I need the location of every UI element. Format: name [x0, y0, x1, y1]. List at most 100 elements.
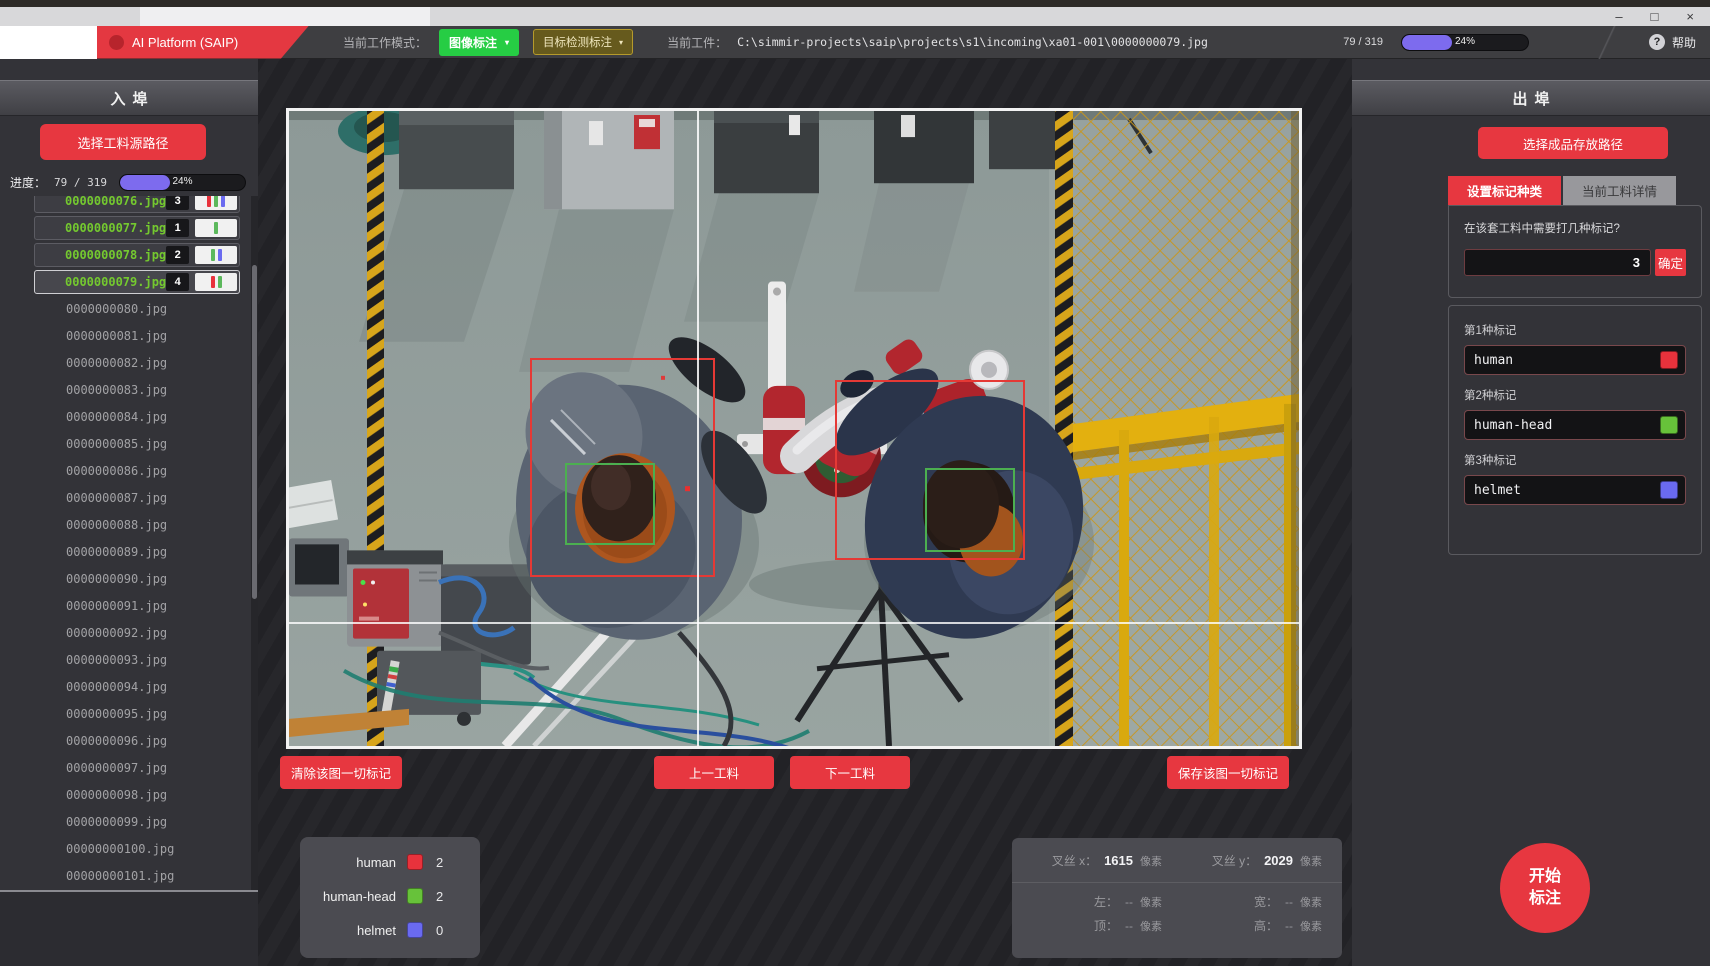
annotation-canvas[interactable] [286, 108, 1302, 749]
file-list-item[interactable]: 0000000076.jpg3 [0, 196, 251, 214]
legend-count: 0 [436, 923, 443, 938]
legend-label: helmet [300, 923, 396, 938]
file-list-item[interactable]: 0000000080.jpg [0, 295, 251, 322]
file-list-item[interactable]: 0000000098.jpg [0, 781, 251, 808]
file-list-item[interactable]: 0000000088.jpg [0, 511, 251, 538]
file-list-item[interactable]: 0000000084.jpg [0, 403, 251, 430]
clear-annotations-button[interactable]: 清除该图一切标记 [280, 756, 402, 789]
next-image-button[interactable]: 下一工料 [790, 756, 910, 789]
label-name-field[interactable]: helmet [1464, 475, 1686, 505]
class-color-chip [195, 219, 237, 237]
legend-count: 2 [436, 889, 443, 904]
chevron-down-icon: ▾ [619, 38, 623, 47]
file-list-item[interactable]: 00000000100.jpg [0, 835, 251, 862]
file-list-item[interactable]: 0000000086.jpg [0, 457, 251, 484]
label-definitions-groupbox: 第1种标记human第2种标记human-head第3种标记helmet [1448, 305, 1702, 555]
file-list-item[interactable]: 0000000087.jpg [0, 484, 251, 511]
file-list-item[interactable]: 0000000083.jpg [0, 376, 251, 403]
help-button[interactable]: ? 帮助 [1649, 34, 1696, 51]
label-name-field[interactable]: human [1464, 345, 1686, 375]
minimize-button[interactable]: – [1615, 10, 1622, 23]
box-left-readout: 左： -- 像素 [1032, 893, 1162, 910]
input-panel-title: 入埠 [0, 80, 258, 116]
file-list-item[interactable]: 0000000093.jpg [0, 646, 251, 673]
tab-current-item-details[interactable]: 当前工料详情 [1563, 176, 1676, 205]
file-name: 00000000101.jpg [0, 869, 174, 883]
legend-color-swatch [407, 854, 423, 870]
header-divider [1585, 26, 1631, 59]
file-list-item[interactable]: 0000000081.jpg [0, 322, 251, 349]
file-list-scrollbar[interactable] [251, 196, 258, 890]
work-mode-label: 当前工作模式： [343, 34, 427, 51]
start-annotation-button[interactable]: 开始标注 [1500, 843, 1590, 933]
legend-label: human [300, 855, 396, 870]
annotation-workspace: 清除该图一切标记 上一工料 下一工料 保存该图一切标记 human2human-… [258, 59, 1352, 966]
annotation-layer[interactable] [289, 111, 1299, 746]
class-color-chip [195, 246, 237, 264]
header-progress-bar: 24% [1401, 34, 1529, 51]
file-list-item[interactable]: 0000000095.jpg [0, 700, 251, 727]
legend-count: 2 [436, 855, 443, 870]
close-button[interactable]: × [1686, 10, 1694, 23]
label-field-title: 第3种标记 [1464, 452, 1686, 468]
file-list-item[interactable]: 0000000099.jpg [0, 808, 251, 835]
select-output-path-button[interactable]: 选择成品存放路径 [1478, 127, 1668, 159]
maximize-button[interactable]: □ [1651, 10, 1659, 23]
confirm-button[interactable]: 确定 [1655, 249, 1686, 276]
label-field-title: 第2种标记 [1464, 387, 1686, 403]
header-progress-count: 79 / 319 [1343, 36, 1383, 48]
input-panel: 入埠 选择工料源路径 进度： 79 / 319 24% 0000000076.j… [0, 59, 258, 966]
label-count-question: 在该套工料中需要打几种标记? [1464, 220, 1686, 236]
file-list-item[interactable]: 0000000092.jpg [0, 619, 251, 646]
annotation-count-badge: 3 [166, 196, 189, 210]
file-name: 0000000097.jpg [0, 761, 167, 775]
file-name: 0000000091.jpg [0, 599, 167, 613]
file-list-item[interactable]: 0000000079.jpg4 [0, 268, 251, 295]
file-list-item[interactable]: 0000000097.jpg [0, 754, 251, 781]
scrollbar-thumb[interactable] [252, 265, 257, 598]
file-list: 0000000076.jpg30000000077.jpg10000000078… [0, 196, 251, 890]
file-name: 0000000084.jpg [0, 410, 167, 424]
question-icon: ? [1649, 34, 1665, 50]
tab-set-label-types[interactable]: 设置标记种类 [1448, 176, 1561, 205]
output-tabs: 设置标记种类 当前工料详情 [1448, 176, 1700, 205]
label-color-swatch[interactable] [1660, 351, 1678, 369]
file-name: 0000000095.jpg [0, 707, 167, 721]
class-legend: human2human-head2helmet0 [300, 837, 480, 958]
bounding-box-human-head[interactable] [565, 463, 655, 545]
coordinates-panel: 叉丝 x： 1615 像素 叉丝 y： 2029 像素 左： -- 像素 宽： … [1012, 838, 1342, 958]
current-file-label: 当前工件： [667, 34, 727, 51]
bounding-box-human-head[interactable] [925, 468, 1015, 552]
file-name: 0000000092.jpg [0, 626, 167, 640]
previous-image-button[interactable]: 上一工料 [654, 756, 774, 789]
chevron-down-icon: ▾ [505, 38, 509, 47]
label-color-swatch[interactable] [1660, 481, 1678, 499]
file-name: 0000000099.jpg [0, 815, 167, 829]
sidebar-progress-bar: 24% [119, 174, 246, 191]
select-source-path-button[interactable]: 选择工料源路径 [40, 124, 206, 160]
file-list-item[interactable]: 0000000078.jpg2 [0, 241, 251, 268]
legend-color-swatch [407, 922, 423, 938]
box-top-readout: 顶： -- 像素 [1032, 917, 1162, 934]
current-file-path: C:\simmir-projects\saip\projects\s1\inco… [737, 35, 1208, 49]
file-list-item[interactable]: 0000000094.jpg [0, 673, 251, 700]
annotation-count-badge: 2 [166, 246, 189, 264]
label-count-input[interactable] [1464, 249, 1651, 276]
file-list-item[interactable]: 0000000096.jpg [0, 727, 251, 754]
file-list-item[interactable]: 0000000085.jpg [0, 430, 251, 457]
file-list-item[interactable]: 0000000091.jpg [0, 592, 251, 619]
file-list-item[interactable]: 0000000090.jpg [0, 565, 251, 592]
file-list-item[interactable]: 00000000101.jpg [0, 862, 251, 889]
mode-image-annotation-button[interactable]: 图像标注▾ [439, 29, 519, 56]
mode-object-detection-button[interactable]: 目标检测标注▾ [533, 29, 633, 55]
save-annotations-button[interactable]: 保存该图一切标记 [1167, 756, 1289, 789]
file-list-item[interactable]: 0000000082.jpg [0, 349, 251, 376]
file-list-item[interactable]: 0000000089.jpg [0, 538, 251, 565]
label-color-swatch[interactable] [1660, 416, 1678, 434]
file-list-item[interactable]: 0000000077.jpg1 [0, 214, 251, 241]
file-name: 0000000086.jpg [0, 464, 167, 478]
class-color-chip [195, 196, 237, 210]
label-name-value: human-head [1474, 418, 1660, 433]
label-name-field[interactable]: human-head [1464, 410, 1686, 440]
crosshair-x-readout: 叉丝 x： 1615 像素 [1032, 852, 1162, 869]
